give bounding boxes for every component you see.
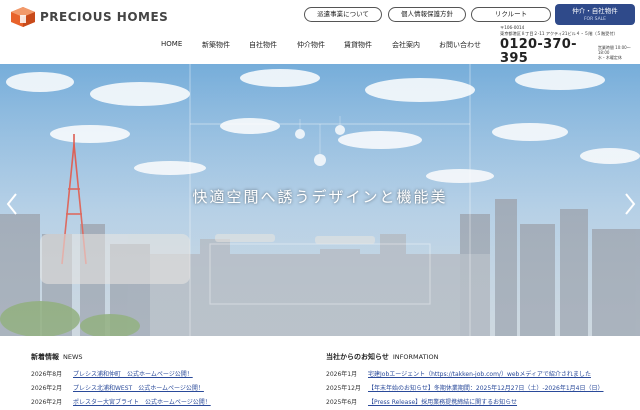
news-title-en: NEWS: [63, 353, 83, 361]
recruit-link-button[interactable]: リクルート: [471, 7, 551, 22]
for-sale-sub: FOR SALE: [583, 17, 607, 22]
dispatch-link-button[interactable]: 派遣事業について: [304, 7, 382, 22]
list-item: 2026年8月 プレシス浦和仲町 公式ホームページ公開！: [31, 368, 301, 382]
logo-text: PRECIOUS HOMES: [40, 10, 169, 24]
info-link[interactable]: 【年末年始のお知らせ】冬期休業期間：2025年12月27日（土）-2026年1月…: [368, 382, 604, 396]
hours-line: 営業時間 10:00～18:00: [597, 44, 631, 55]
nav-company[interactable]: 会社案内: [392, 40, 420, 50]
nav-brokerage-properties[interactable]: 仲介物件: [297, 40, 325, 50]
chevron-left-icon: [6, 193, 17, 215]
info-date: 2025年12月: [326, 385, 361, 392]
news-date: 2026年8月: [31, 371, 63, 378]
info-heading: 当社からのお知らせ INFORMATION: [326, 352, 626, 362]
phone-number[interactable]: 0120-370-395: [500, 38, 595, 66]
privacy-link-button[interactable]: 個人情報保護方針: [388, 7, 466, 22]
nav-own-properties[interactable]: 自社物件: [249, 40, 277, 50]
hero-slider: 快適空間へ誘うデザインと機能美: [0, 64, 640, 336]
slider-prev-button[interactable]: [6, 192, 18, 216]
business-hours: 営業時間 10:00～18:00 水・木曜定休: [598, 45, 638, 60]
nav-home[interactable]: HOME: [161, 40, 182, 48]
info-title-en: INFORMATION: [392, 353, 439, 361]
news-date: 2026年2月: [31, 399, 63, 406]
hero-title: 快適空間へ誘うデザインと機能美: [192, 188, 448, 206]
info-link[interactable]: 【Press Release】採用業務提携締結に関するお知らせ: [368, 396, 517, 410]
logo[interactable]: PRECIOUS HOMES: [10, 6, 168, 28]
nav-new-properties[interactable]: 新築物件: [202, 40, 230, 50]
for-sale-button[interactable]: 仲介・自社物件 FOR SALE: [555, 4, 635, 25]
list-item: 2026年1月 宅建Jobエージェント（https://takken-job.c…: [326, 368, 626, 382]
info-title: 当社からのお知らせ: [326, 353, 389, 361]
news-link[interactable]: プレシス北浦和WEST 公式ホームページ公開！: [73, 382, 204, 396]
news-date: 2026年2月: [31, 385, 63, 392]
logo-mark-icon: [10, 6, 36, 28]
list-item: 2026年2月 ポレスター大宮ブライト 公式ホームページ公開！: [31, 396, 301, 410]
info-date: 2026年1月: [326, 371, 358, 378]
news-heading: 新着情報 NEWS: [31, 352, 301, 362]
news-title: 新着情報: [31, 353, 59, 361]
list-item: 2025年12月 【年末年始のお知らせ】冬期休業期間：2025年12月27日（土…: [326, 382, 626, 396]
main-nav: HOME 新築物件 自社物件 仲介物件 賃貸物件 会社案内 お問い合わせ: [150, 40, 495, 50]
info-link[interactable]: 宅建Jobエージェント（https://takken-job.com/）webメ…: [368, 368, 591, 382]
list-item: 2026年2月 プレシス北浦和WEST 公式ホームページ公開！: [31, 382, 301, 396]
news-link[interactable]: ポレスター大宮ブライト 公式ホームページ公開！: [73, 396, 211, 410]
chevron-right-icon: [625, 193, 636, 215]
slider-next-button[interactable]: [624, 192, 636, 216]
info-date: 2025年6月: [326, 399, 358, 406]
news-column: 新着情報 NEWS 2026年8月 プレシス浦和仲町 公式ホームページ公開！ 20…: [31, 352, 301, 410]
closed-days: 水・木曜定休: [597, 54, 622, 60]
info-column: 当社からのお知らせ INFORMATION 2026年1月 宅建Jobエージェント…: [326, 352, 626, 410]
nav-contact[interactable]: お問い合わせ: [439, 40, 481, 50]
site-header: PRECIOUS HOMES 派遣事業について 個人情報保護方針 リクルート 仲…: [0, 0, 640, 72]
news-link[interactable]: プレシス浦和仲町 公式ホームページ公開！: [73, 368, 193, 382]
news-section: 新着情報 NEWS 2026年8月 プレシス浦和仲町 公式ホームページ公開！ 20…: [0, 336, 640, 406]
for-sale-label: 仲介・自社物件: [572, 7, 618, 15]
list-item: 2025年6月 【Press Release】採用業務提携締結に関するお知らせ: [326, 396, 626, 410]
nav-rental-properties[interactable]: 賃貸物件: [344, 40, 372, 50]
